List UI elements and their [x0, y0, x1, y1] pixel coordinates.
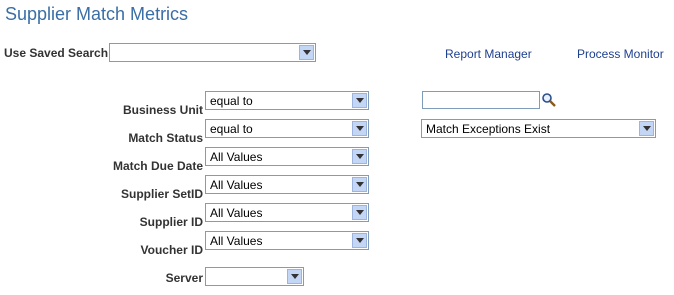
magnifier-icon[interactable]: [541, 92, 557, 108]
chevron-down-icon[interactable]: [287, 269, 302, 284]
chevron-down-icon[interactable]: [352, 121, 367, 136]
supplier-setid-operator-select[interactable]: All Values: [205, 175, 369, 194]
supplier-id-operator-value: All Values: [210, 206, 263, 220]
chevron-down-icon[interactable]: [352, 149, 367, 164]
chevron-down-icon[interactable]: [639, 121, 654, 136]
saved-search-label: Use Saved Search: [4, 46, 109, 60]
match-status-label: Match Status: [128, 131, 203, 145]
chevron-down-icon[interactable]: [352, 177, 367, 192]
voucher-id-label: Voucher ID: [140, 243, 203, 257]
supplier-setid-operator-value: All Values: [210, 178, 263, 192]
match-status-operator-select[interactable]: equal to: [205, 119, 369, 138]
chevron-down-icon[interactable]: [352, 93, 367, 108]
chevron-down-icon[interactable]: [299, 45, 314, 60]
supplier-setid-label: Supplier SetID: [120, 187, 203, 201]
voucher-id-operator-select[interactable]: All Values: [205, 231, 369, 250]
match-due-date-operator-select[interactable]: All Values: [205, 147, 369, 166]
chevron-down-icon[interactable]: [352, 233, 367, 248]
chevron-down-icon[interactable]: [352, 205, 367, 220]
server-select[interactable]: [205, 267, 304, 286]
business-unit-operator-select[interactable]: equal to: [205, 91, 369, 110]
business-unit-label: Business Unit: [122, 103, 203, 117]
voucher-id-operator-value: All Values: [210, 234, 263, 248]
report-manager-link[interactable]: Report Manager: [445, 47, 532, 61]
match-status-value-select[interactable]: Match Exceptions Exist: [421, 119, 656, 138]
page-title: Supplier Match Metrics: [5, 4, 189, 24]
business-unit-operator-value: equal to: [210, 94, 253, 108]
business-unit-input[interactable]: [422, 91, 540, 109]
server-label: Server: [165, 271, 203, 285]
saved-search-select[interactable]: [109, 43, 316, 62]
match-status-operator-value: equal to: [210, 122, 253, 136]
supplier-id-operator-select[interactable]: All Values: [205, 203, 369, 222]
match-due-date-label: Match Due Date: [112, 159, 203, 173]
match-status-value: Match Exceptions Exist: [426, 122, 551, 136]
supplier-id-label: Supplier ID: [139, 215, 203, 229]
process-monitor-link[interactable]: Process Monitor: [577, 47, 664, 61]
match-due-date-operator-value: All Values: [210, 150, 263, 164]
